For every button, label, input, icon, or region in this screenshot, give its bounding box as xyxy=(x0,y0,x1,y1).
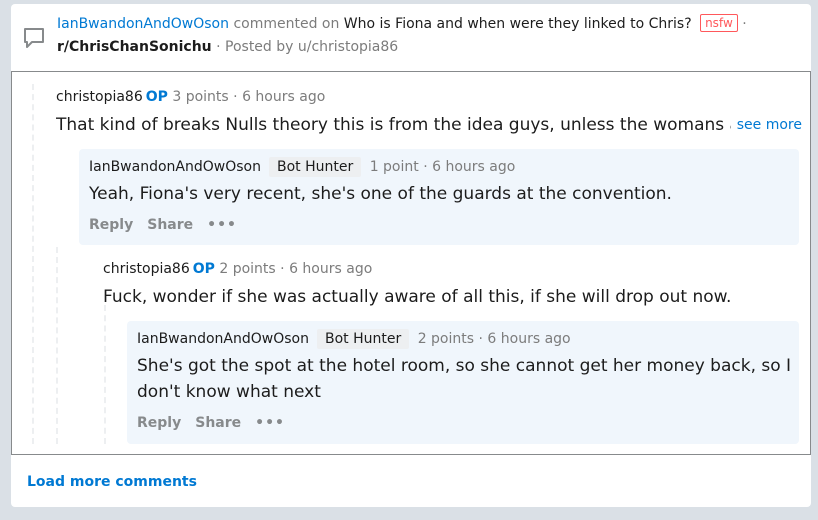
post-title-link[interactable]: Who is Fiona and when were they linked t… xyxy=(344,16,692,32)
commenter-link[interactable]: IanBwandonAndOwOson xyxy=(57,16,229,32)
post-context-header: IanBwandonAndOwOson commented on Who is … xyxy=(11,4,811,70)
comment-thread: christopia86 OP 3 points · 6 hours ago Th… xyxy=(11,71,811,455)
highlighted-comment: IanBwandonAndOwOson Bot Hunter 2 points ·… xyxy=(127,321,799,444)
comment-score: 3 points xyxy=(172,89,229,105)
see-more-link[interactable]: see more xyxy=(730,114,802,136)
comment-body: Yeah, Fiona's very recent, she's one of … xyxy=(89,184,672,204)
comment-actions: Reply Share ••• xyxy=(137,414,299,432)
load-more-comments-button[interactable]: Load more comments xyxy=(27,474,197,490)
op-badge: OP xyxy=(145,89,168,105)
share-button[interactable]: Share xyxy=(195,415,241,431)
comment-body: Fuck, wonder if she was actually aware o… xyxy=(103,287,732,307)
comment-author[interactable]: christopia86 xyxy=(103,261,190,277)
posted-by-text[interactable]: · Posted by u/christopia86 xyxy=(216,39,398,55)
share-button[interactable]: Share xyxy=(147,217,193,233)
more-dots-icon[interactable]: ••• xyxy=(207,217,237,233)
nsfw-tag: nsfw xyxy=(700,14,738,32)
comment-actions: Reply Share ••• xyxy=(89,216,251,234)
op-badge: OP xyxy=(192,261,215,277)
comment-author[interactable]: christopia86 xyxy=(56,89,143,105)
comment-score: 2 points xyxy=(219,261,276,277)
comment-meta: christopia86 OP 2 points · 6 hours ago xyxy=(103,260,372,278)
header-separator: · xyxy=(742,16,747,32)
comment-score: 1 point xyxy=(369,159,419,175)
page-background-strip xyxy=(0,507,818,520)
reply-button[interactable]: Reply xyxy=(137,415,181,431)
more-dots-icon[interactable]: ••• xyxy=(255,415,285,431)
highlighted-comment: IanBwandonAndOwOson Bot Hunter 1 point · … xyxy=(79,149,799,245)
user-flair: Bot Hunter xyxy=(268,157,362,177)
user-flair: Bot Hunter xyxy=(316,329,410,349)
commented-on-text: commented on xyxy=(233,16,340,32)
subreddit-link[interactable]: r/ChrisChanSonichu xyxy=(57,39,212,55)
comment-author[interactable]: IanBwandonAndOwOson xyxy=(89,159,261,175)
header-line-1: IanBwandonAndOwOson commented on Who is … xyxy=(57,14,747,33)
comment-author[interactable]: IanBwandonAndOwOson xyxy=(137,331,309,347)
thread-line[interactable] xyxy=(56,247,58,444)
comment-time[interactable]: · 6 hours ago xyxy=(233,89,325,105)
comment-meta: christopia86 OP 3 points · 6 hours ago xyxy=(56,88,325,106)
comment-time[interactable]: · 6 hours ago xyxy=(280,261,372,277)
thread-line[interactable] xyxy=(32,84,34,444)
reply-button[interactable]: Reply xyxy=(89,217,133,233)
comment-body-line: don't know what next xyxy=(137,382,321,402)
comment-meta: IanBwandonAndOwOson Bot Hunter 2 points ·… xyxy=(137,329,571,349)
comment-score: 2 points xyxy=(417,331,475,347)
comment-time[interactable]: · 6 hours ago xyxy=(423,159,515,175)
comment-body: That kind of breaks Nulls theory this is… xyxy=(56,115,736,135)
comment-body-line: She's got the spot at the hotel room, so… xyxy=(137,356,792,376)
chat-bubble-icon xyxy=(24,28,44,48)
thread-line[interactable] xyxy=(104,305,106,444)
comment-meta: IanBwandonAndOwOson Bot Hunter 1 point · … xyxy=(89,157,515,177)
comment-body: She's got the spot at the hotel room, so… xyxy=(137,353,792,405)
comment-time[interactable]: · 6 hours ago xyxy=(479,331,571,347)
header-line-2: r/ChrisChanSonichu · Posted by u/christo… xyxy=(57,38,398,56)
comment-card: IanBwandonAndOwOson commented on Who is … xyxy=(11,4,811,507)
